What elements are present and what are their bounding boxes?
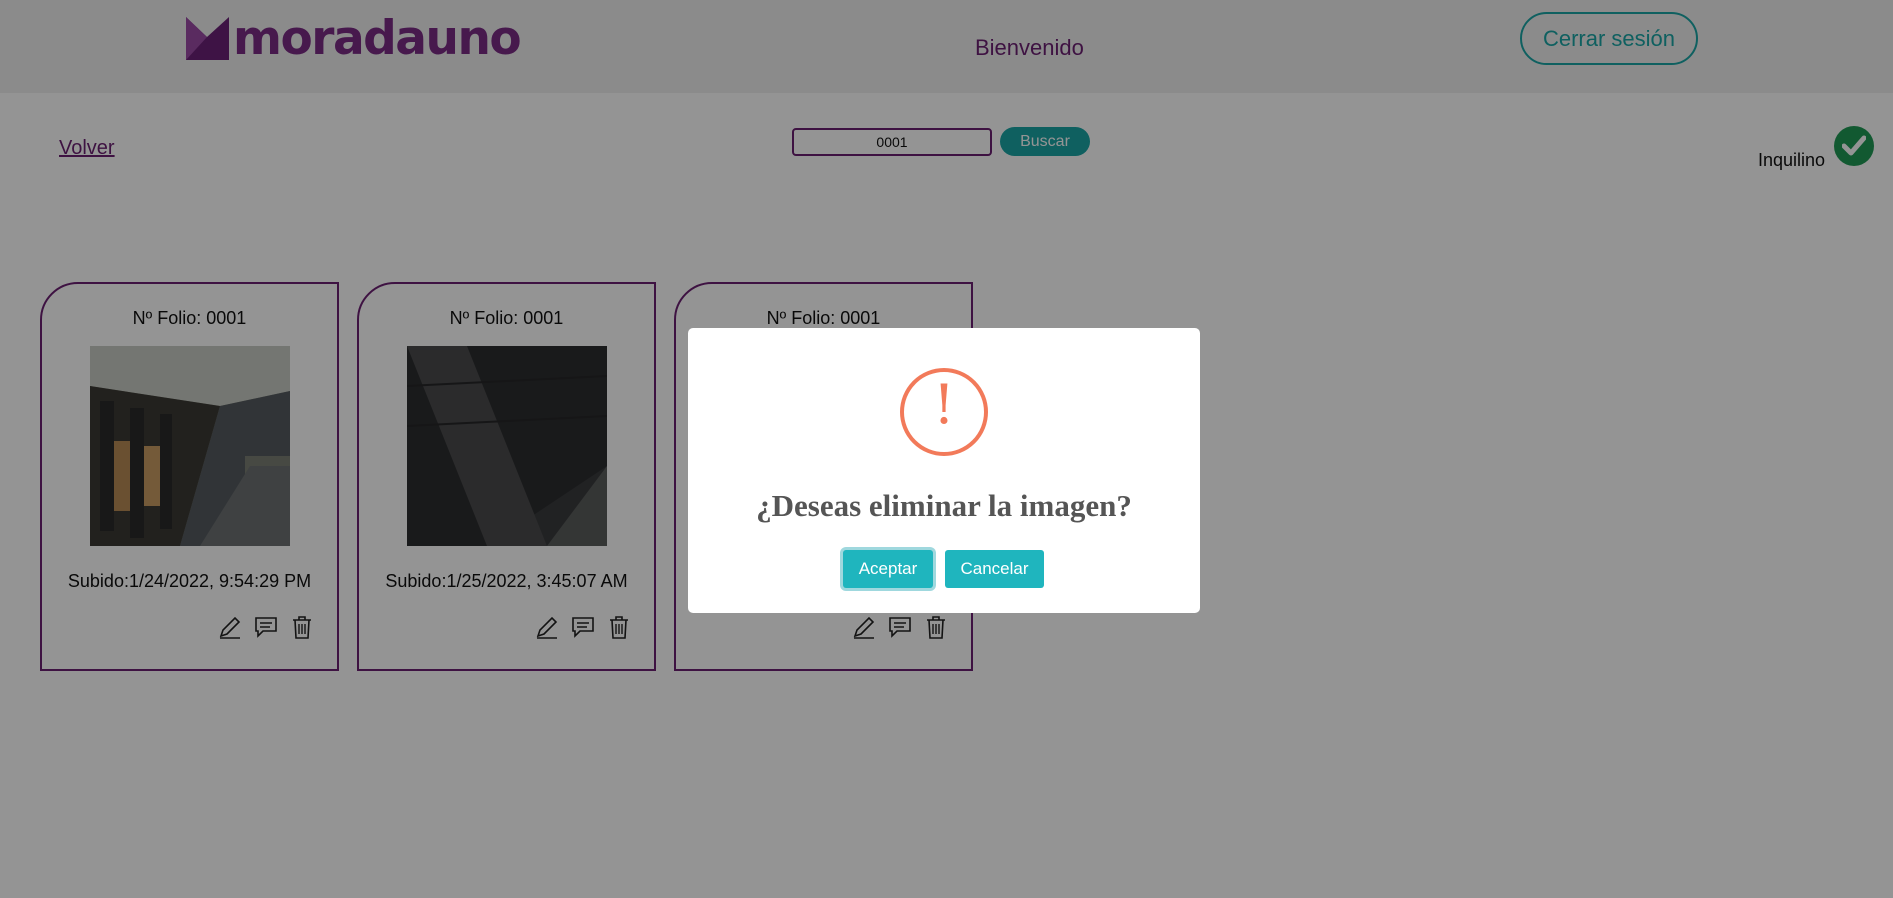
warning-icon: !	[900, 368, 988, 456]
warning-glyph: !	[933, 373, 955, 436]
confirm-delete-dialog: ! ¿Deseas eliminar la imagen? Aceptar Ca…	[688, 328, 1200, 613]
accept-button[interactable]: Aceptar	[843, 550, 933, 588]
dialog-title: ¿Deseas eliminar la imagen?	[756, 488, 1132, 523]
cancel-button[interactable]: Cancelar	[945, 550, 1044, 588]
